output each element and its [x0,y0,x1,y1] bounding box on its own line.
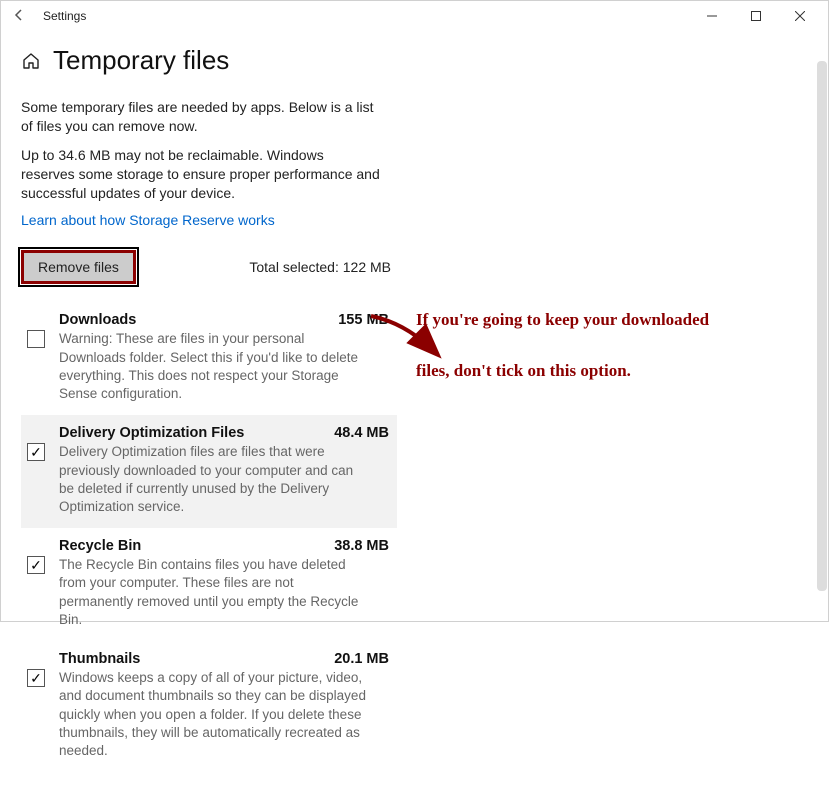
item-size: 155 MB [338,312,389,328]
close-button[interactable] [780,3,820,29]
annotation-line-1: If you're going to keep your downloaded [416,305,816,336]
item-description: The Recycle Bin contains files you have … [59,556,369,629]
checkbox-delivery-optimization[interactable]: ✓ [27,443,45,461]
titlebar: Settings [1,1,828,31]
item-size: 20.1 MB [334,651,389,667]
app-name: Settings [43,9,86,23]
checkbox-thumbnails[interactable]: ✓ [27,669,45,687]
item-description: Windows keeps a copy of all of your pict… [59,669,369,760]
item-title: Downloads [59,312,136,328]
remove-files-button[interactable]: Remove files [21,250,136,284]
item-size: 38.8 MB [334,538,389,554]
scrollbar[interactable] [817,61,827,591]
annotation-line-2: files, don't tick on this option. [416,356,816,387]
page-header: Temporary files [21,45,381,76]
window-controls [692,3,820,29]
item-title: Thumbnails [59,651,140,667]
item-title: Delivery Optimization Files [59,425,244,441]
item-downloads: Downloads 155 MB Warning: These are file… [21,302,397,415]
annotation-text: If you're going to keep your downloaded … [416,305,816,386]
intro-paragraph-1: Some temporary files are needed by apps.… [21,98,381,136]
back-arrow-icon[interactable] [9,8,29,25]
item-description: Delivery Optimization files are files th… [59,443,369,516]
minimize-button[interactable] [692,3,732,29]
item-title: Recycle Bin [59,538,141,554]
checkbox-recycle-bin[interactable]: ✓ [27,556,45,574]
content-area: Temporary files Some temporary files are… [1,31,401,792]
item-recycle-bin: ✓ Recycle Bin 38.8 MB The Recycle Bin co… [21,528,397,641]
item-delivery-optimization: ✓ Delivery Optimization Files 48.4 MB De… [21,415,397,528]
page-title: Temporary files [53,45,229,76]
total-selected-label: Total selected: 122 MB [249,259,391,275]
maximize-button[interactable] [736,3,776,29]
home-icon[interactable] [21,51,41,71]
storage-reserve-link[interactable]: Learn about how Storage Reserve works [21,212,275,228]
item-thumbnails: ✓ Thumbnails 20.1 MB Windows keeps a cop… [21,641,397,772]
checkbox-downloads[interactable] [27,330,45,348]
item-description: Warning: These are files in your persona… [59,330,369,403]
intro-paragraph-2: Up to 34.6 MB may not be reclaimable. Wi… [21,146,381,203]
item-size: 48.4 MB [334,425,389,441]
action-row: Remove files Total selected: 122 MB [21,250,391,284]
